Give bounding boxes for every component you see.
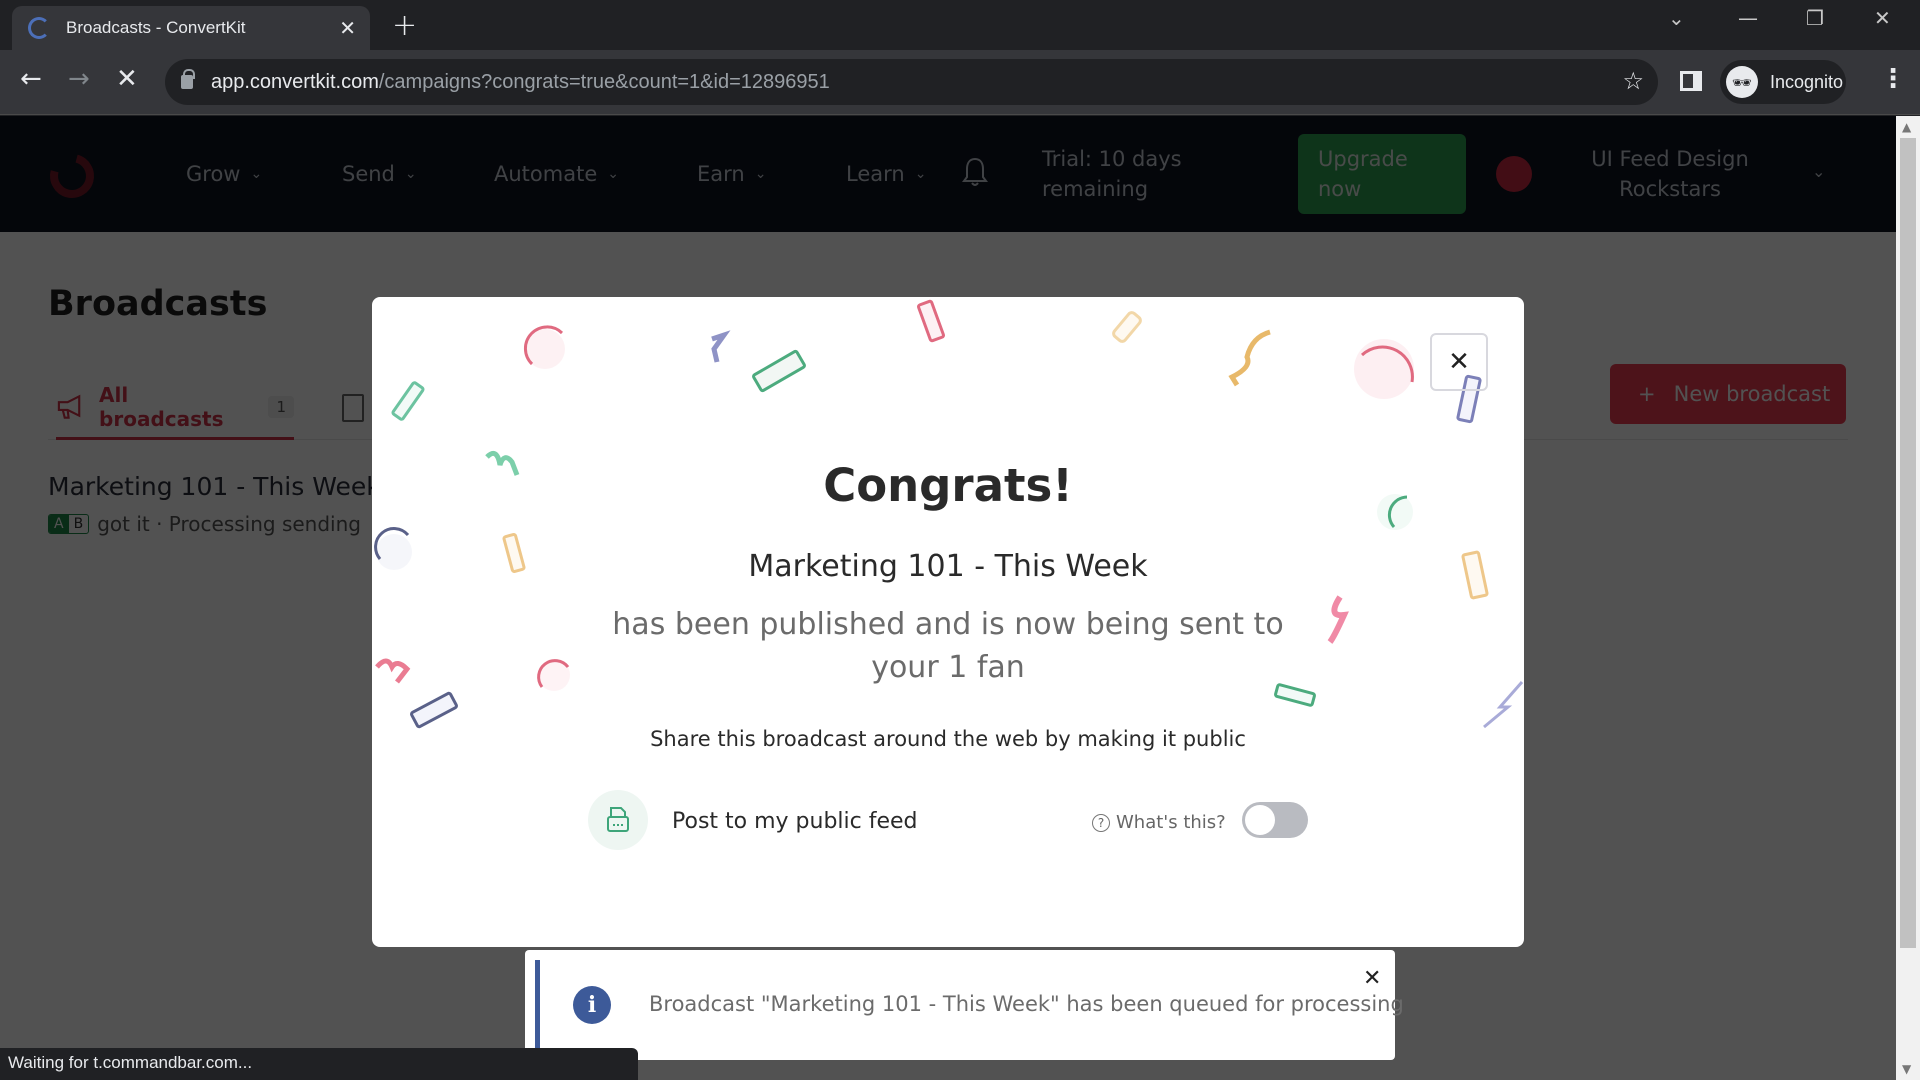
browser-menu-icon[interactable]: ⋮	[1880, 64, 1906, 94]
confetti-squiggle	[1483, 681, 1524, 729]
scroll-down-arrow-icon[interactable]: ▼	[1902, 1062, 1911, 1076]
browser-tab[interactable]: Broadcasts - ConvertKit ✕	[12, 6, 370, 50]
page-scrollbar[interactable]: ▲ ▼	[1896, 116, 1920, 1080]
bookmark-star-icon[interactable]: ☆	[1622, 67, 1644, 95]
whats-this-label: What's this?	[1116, 812, 1226, 833]
stop-loading-button[interactable]: ✕	[116, 64, 138, 94]
toast-close-button[interactable]: ✕	[1363, 966, 1381, 991]
tab-search-icon[interactable]: ⌄	[1668, 6, 1685, 30]
toggle-knob	[1245, 805, 1275, 835]
modal-sent-text: has been published and is now being sent…	[612, 607, 1284, 685]
browser-toolbar: ← → ✕ app.convertkit.com/campaigns?congr…	[0, 50, 1920, 115]
modal-close-button[interactable]: ✕	[1430, 333, 1488, 391]
forward-button[interactable]: →	[68, 64, 90, 94]
browser-tabbar: Broadcasts - ConvertKit ✕ + ⌄ — ❐ ✕	[0, 0, 1920, 50]
confetti-rect	[391, 381, 425, 421]
side-panel-icon[interactable]	[1680, 71, 1702, 91]
whats-this-link[interactable]: ? What's this?	[1092, 812, 1226, 833]
confetti-rect	[410, 691, 458, 729]
congrats-modal: ✕ Congrats! Marketing 101 - This Week ha…	[372, 297, 1524, 947]
public-feed-icon	[588, 790, 648, 850]
confetti-squiggle	[375, 658, 411, 684]
address-bar[interactable]: app.convertkit.com/campaigns?congrats=tr…	[165, 59, 1658, 105]
browser-status-bar: Waiting for t.commandbar.com...	[0, 1048, 638, 1080]
confetti-squiggle	[1327, 595, 1349, 644]
minimize-button[interactable]: —	[1738, 6, 1758, 30]
scroll-up-arrow-icon[interactable]: ▲	[1902, 120, 1911, 134]
confetti-rect	[916, 299, 946, 343]
convertkit-favicon-icon	[28, 17, 50, 39]
confetti-squiggle	[711, 330, 731, 363]
modal-heading: Congrats!	[823, 459, 1073, 512]
back-button[interactable]: ←	[20, 64, 42, 94]
confetti-rect	[1112, 311, 1142, 343]
modal-broadcast-name: Marketing 101 - This Week	[748, 549, 1148, 584]
restore-button[interactable]: ❐	[1806, 6, 1824, 30]
info-icon: i	[573, 986, 611, 1024]
incognito-icon: 🕶	[1726, 66, 1758, 98]
new-tab-button[interactable]: +	[392, 8, 417, 43]
toast-message: Broadcast "Marketing 101 - This Week" ha…	[649, 992, 1404, 1016]
scrollbar-thumb[interactable]	[1900, 138, 1916, 948]
tab-title: Broadcasts - ConvertKit	[66, 18, 246, 37]
tab-close-icon[interactable]: ✕	[339, 16, 356, 40]
info-toast: i Broadcast "Marketing 101 - This Week" …	[525, 950, 1404, 1060]
mailbox-icon	[607, 807, 629, 832]
url-host: app.convertkit.com	[211, 70, 379, 93]
confetti-rect	[752, 349, 806, 393]
toast-accent-bar	[535, 960, 540, 1060]
public-feed-toggle[interactable]	[1242, 802, 1308, 838]
confetti-squiggle	[1228, 329, 1271, 387]
lock-icon[interactable]	[181, 69, 195, 89]
incognito-profile-button[interactable]: 🕶 Incognito	[1720, 60, 1846, 104]
incognito-label: Incognito	[1770, 71, 1844, 92]
window-close-button[interactable]: ✕	[1874, 6, 1891, 30]
help-question-icon: ?	[1092, 813, 1110, 832]
url-path: /campaigns?congrats=true&count=1&id=1289…	[378, 70, 830, 93]
modal-share-text: Share this broadcast around the web by m…	[650, 727, 1246, 751]
public-feed-label: Post to my public feed	[672, 809, 918, 834]
